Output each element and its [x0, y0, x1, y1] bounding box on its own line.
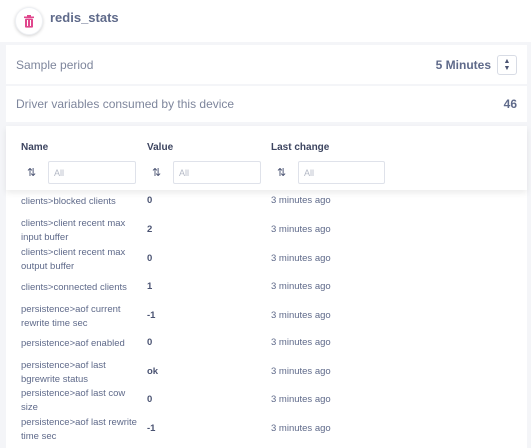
- row-value: 0: [147, 394, 153, 405]
- row-value: 2: [147, 224, 153, 235]
- driver-variables-label: Driver variables consumed by this device: [16, 97, 235, 111]
- row-value: 0: [147, 195, 153, 206]
- row-last-change: 3 minutes ago: [271, 394, 331, 405]
- row-value: 1: [147, 281, 153, 292]
- page-title: redis_stats: [50, 10, 119, 25]
- row-name: persistence>aof last bgrewrite status: [21, 360, 106, 385]
- row-value: 0: [147, 337, 153, 348]
- row-name: persistence>aof current rewrite time sec: [21, 304, 121, 329]
- row-value: -1: [147, 310, 156, 321]
- row-name: clients>blocked clients: [21, 196, 116, 207]
- sample-period-value: 5 Minutes: [435, 57, 491, 72]
- row-last-change: 3 minutes ago: [271, 310, 331, 321]
- row-value: ok: [147, 366, 159, 377]
- trash-icon[interactable]: [15, 7, 43, 35]
- device-header: redis_stats: [0, 0, 531, 42]
- row-last-change: 3 minutes ago: [271, 224, 331, 235]
- row-last-change: 3 minutes ago: [271, 337, 331, 348]
- row-value: -1: [147, 423, 156, 434]
- sample-period-row: Sample period 5 Minutes ▲ ▼: [6, 45, 527, 84]
- sample-period-label: Sample period: [16, 57, 94, 72]
- row-name: clients>client recent max output buffer: [21, 247, 126, 272]
- chevron-up-icon: ▲: [503, 57, 511, 65]
- row-last-change: 3 minutes ago: [271, 253, 331, 264]
- row-name: clients>client recent max input buffer: [21, 218, 126, 243]
- row-last-change: 3 minutes ago: [271, 195, 331, 206]
- row-last-change: 3 minutes ago: [271, 366, 331, 377]
- row-name: clients>connected clients: [21, 282, 127, 293]
- driver-variables-row: Driver variables consumed by this device…: [6, 86, 527, 122]
- table-header: Name Value Last change ⇅ ⇅ ⇅: [6, 126, 527, 190]
- sample-period-stepper[interactable]: ▲ ▼: [497, 54, 517, 75]
- sort-icon[interactable]: ⇅: [152, 166, 161, 179]
- column-header-last-change[interactable]: Last change: [271, 142, 329, 153]
- row-value: 0: [147, 253, 153, 264]
- row-name: persistence>aof last cow size: [21, 388, 126, 413]
- chevron-down-icon: ▼: [503, 64, 511, 72]
- column-header-value[interactable]: Value: [147, 142, 173, 153]
- name-filter-input[interactable]: [48, 161, 136, 184]
- value-filter-input[interactable]: [173, 161, 261, 184]
- row-name: persistence>aof enabled: [21, 338, 125, 349]
- row-last-change: 3 minutes ago: [271, 423, 331, 434]
- sort-icon[interactable]: ⇅: [27, 166, 36, 179]
- variables-table: Name Value Last change ⇅ ⇅ ⇅ clients>blo…: [6, 126, 527, 448]
- row-last-change: 3 minutes ago: [271, 281, 331, 292]
- column-header-name[interactable]: Name: [21, 142, 48, 153]
- last-change-filter-input[interactable]: [298, 161, 385, 184]
- sort-icon[interactable]: ⇅: [277, 166, 286, 179]
- row-name: persistence>aof last rewrite time sec: [21, 417, 137, 442]
- driver-variables-count: 46: [503, 97, 517, 111]
